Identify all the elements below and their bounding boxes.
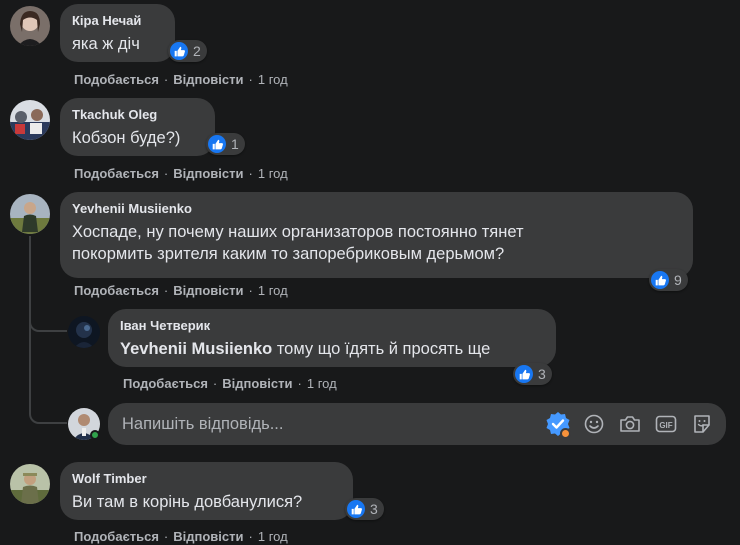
like-button[interactable]: Подобається bbox=[74, 529, 159, 544]
reply-button[interactable]: Відповісти bbox=[173, 283, 243, 298]
timestamp[interactable]: 1 год bbox=[258, 529, 288, 544]
comment-author[interactable]: Кіра Нечай bbox=[72, 12, 163, 29]
reaction-count[interactable]: 3 bbox=[513, 363, 552, 385]
avatar-kira[interactable] bbox=[10, 6, 50, 46]
comment-text: яка ж діч bbox=[72, 35, 140, 53]
like-icon bbox=[515, 365, 533, 383]
comment-bubble: Кіра Нечай яка ж діч bbox=[60, 4, 175, 62]
reply-button[interactable]: Відповісти bbox=[173, 72, 243, 87]
comment-text: Ви там в корінь довбанулися? bbox=[72, 493, 303, 511]
reply-text: тому що їдять й просять ще bbox=[276, 340, 491, 358]
thread-connector bbox=[29, 330, 67, 424]
gif-icon[interactable]: GIF bbox=[648, 414, 684, 434]
comment-actions: Подобається · Відповісти · 1 год bbox=[74, 72, 288, 87]
comment-actions: Подобається · Відповісти · 1 год bbox=[74, 283, 288, 298]
comment-actions: Подобається · Відповісти · 1 год bbox=[74, 529, 288, 544]
emoji-icon[interactable] bbox=[576, 414, 612, 434]
like-button[interactable]: Подобається bbox=[74, 283, 159, 298]
comment-author[interactable]: Wolf Timber bbox=[72, 470, 341, 487]
like-icon bbox=[170, 42, 188, 60]
svg-text:GIF: GIF bbox=[659, 421, 672, 430]
comment-author[interactable]: Tkachuk Oleg bbox=[72, 106, 203, 123]
avatar-tkachuk[interactable] bbox=[10, 100, 50, 140]
reaction-count[interactable]: 1 bbox=[206, 133, 245, 155]
comment-bubble: Tkachuk Oleg Кобзон буде?) bbox=[60, 98, 215, 156]
like-icon bbox=[347, 500, 365, 518]
reply-composer: GIF bbox=[108, 403, 726, 445]
sticker-icon[interactable] bbox=[684, 414, 720, 434]
reaction-count[interactable]: 3 bbox=[345, 498, 384, 520]
comment-text: Кобзон буде?) bbox=[72, 129, 181, 147]
like-button[interactable]: Подобається bbox=[74, 166, 159, 181]
reply-button[interactable]: Відповісти bbox=[173, 166, 243, 181]
reply-button[interactable]: Відповісти bbox=[222, 376, 292, 391]
reply-input[interactable] bbox=[108, 403, 540, 445]
reaction-count[interactable]: 9 bbox=[649, 269, 688, 291]
comment-text-line2: покормить зрителя каким то запоребриковы… bbox=[72, 245, 505, 263]
avatar-yevhenii[interactable] bbox=[10, 194, 50, 234]
reply-author[interactable]: Іван Четверик bbox=[120, 317, 544, 334]
like-button[interactable]: Подобається bbox=[123, 376, 208, 391]
reply-actions: Подобається · Відповісти · 1 год bbox=[123, 376, 337, 391]
avatar-ivan[interactable] bbox=[68, 316, 100, 348]
like-button[interactable]: Подобається bbox=[74, 72, 159, 87]
like-icon bbox=[208, 135, 226, 153]
avatar-wolf-timber[interactable] bbox=[10, 464, 50, 504]
like-icon bbox=[651, 271, 669, 289]
comment-author[interactable]: Yevhenii Musiienko bbox=[72, 200, 681, 217]
reply-bubble: Іван Четверик Yevhenii Musiienko тому що… bbox=[108, 309, 556, 367]
reply-button[interactable]: Відповісти bbox=[173, 529, 243, 544]
comment-text-line1: Хоспаде, ну почему наших организаторов п… bbox=[72, 223, 524, 241]
timestamp[interactable]: 1 год bbox=[307, 376, 337, 391]
comment-bubble: Yevhenii Musiienko Хоспаде, ну почему на… bbox=[60, 192, 693, 278]
reaction-count[interactable]: 2 bbox=[168, 40, 207, 62]
mention-link[interactable]: Yevhenii Musiienko bbox=[120, 340, 272, 358]
timestamp[interactable]: 1 год bbox=[258, 283, 288, 298]
online-status-dot bbox=[90, 430, 100, 440]
comment-bubble: Wolf Timber Ви там в корінь довбанулися? bbox=[60, 462, 353, 520]
camera-icon[interactable] bbox=[612, 414, 648, 434]
thread-connector bbox=[29, 300, 67, 332]
avatar-frame-icon[interactable] bbox=[540, 411, 576, 439]
timestamp[interactable]: 1 год bbox=[258, 166, 288, 181]
comment-actions: Подобається · Відповісти · 1 год bbox=[74, 166, 288, 181]
timestamp[interactable]: 1 год bbox=[258, 72, 288, 87]
